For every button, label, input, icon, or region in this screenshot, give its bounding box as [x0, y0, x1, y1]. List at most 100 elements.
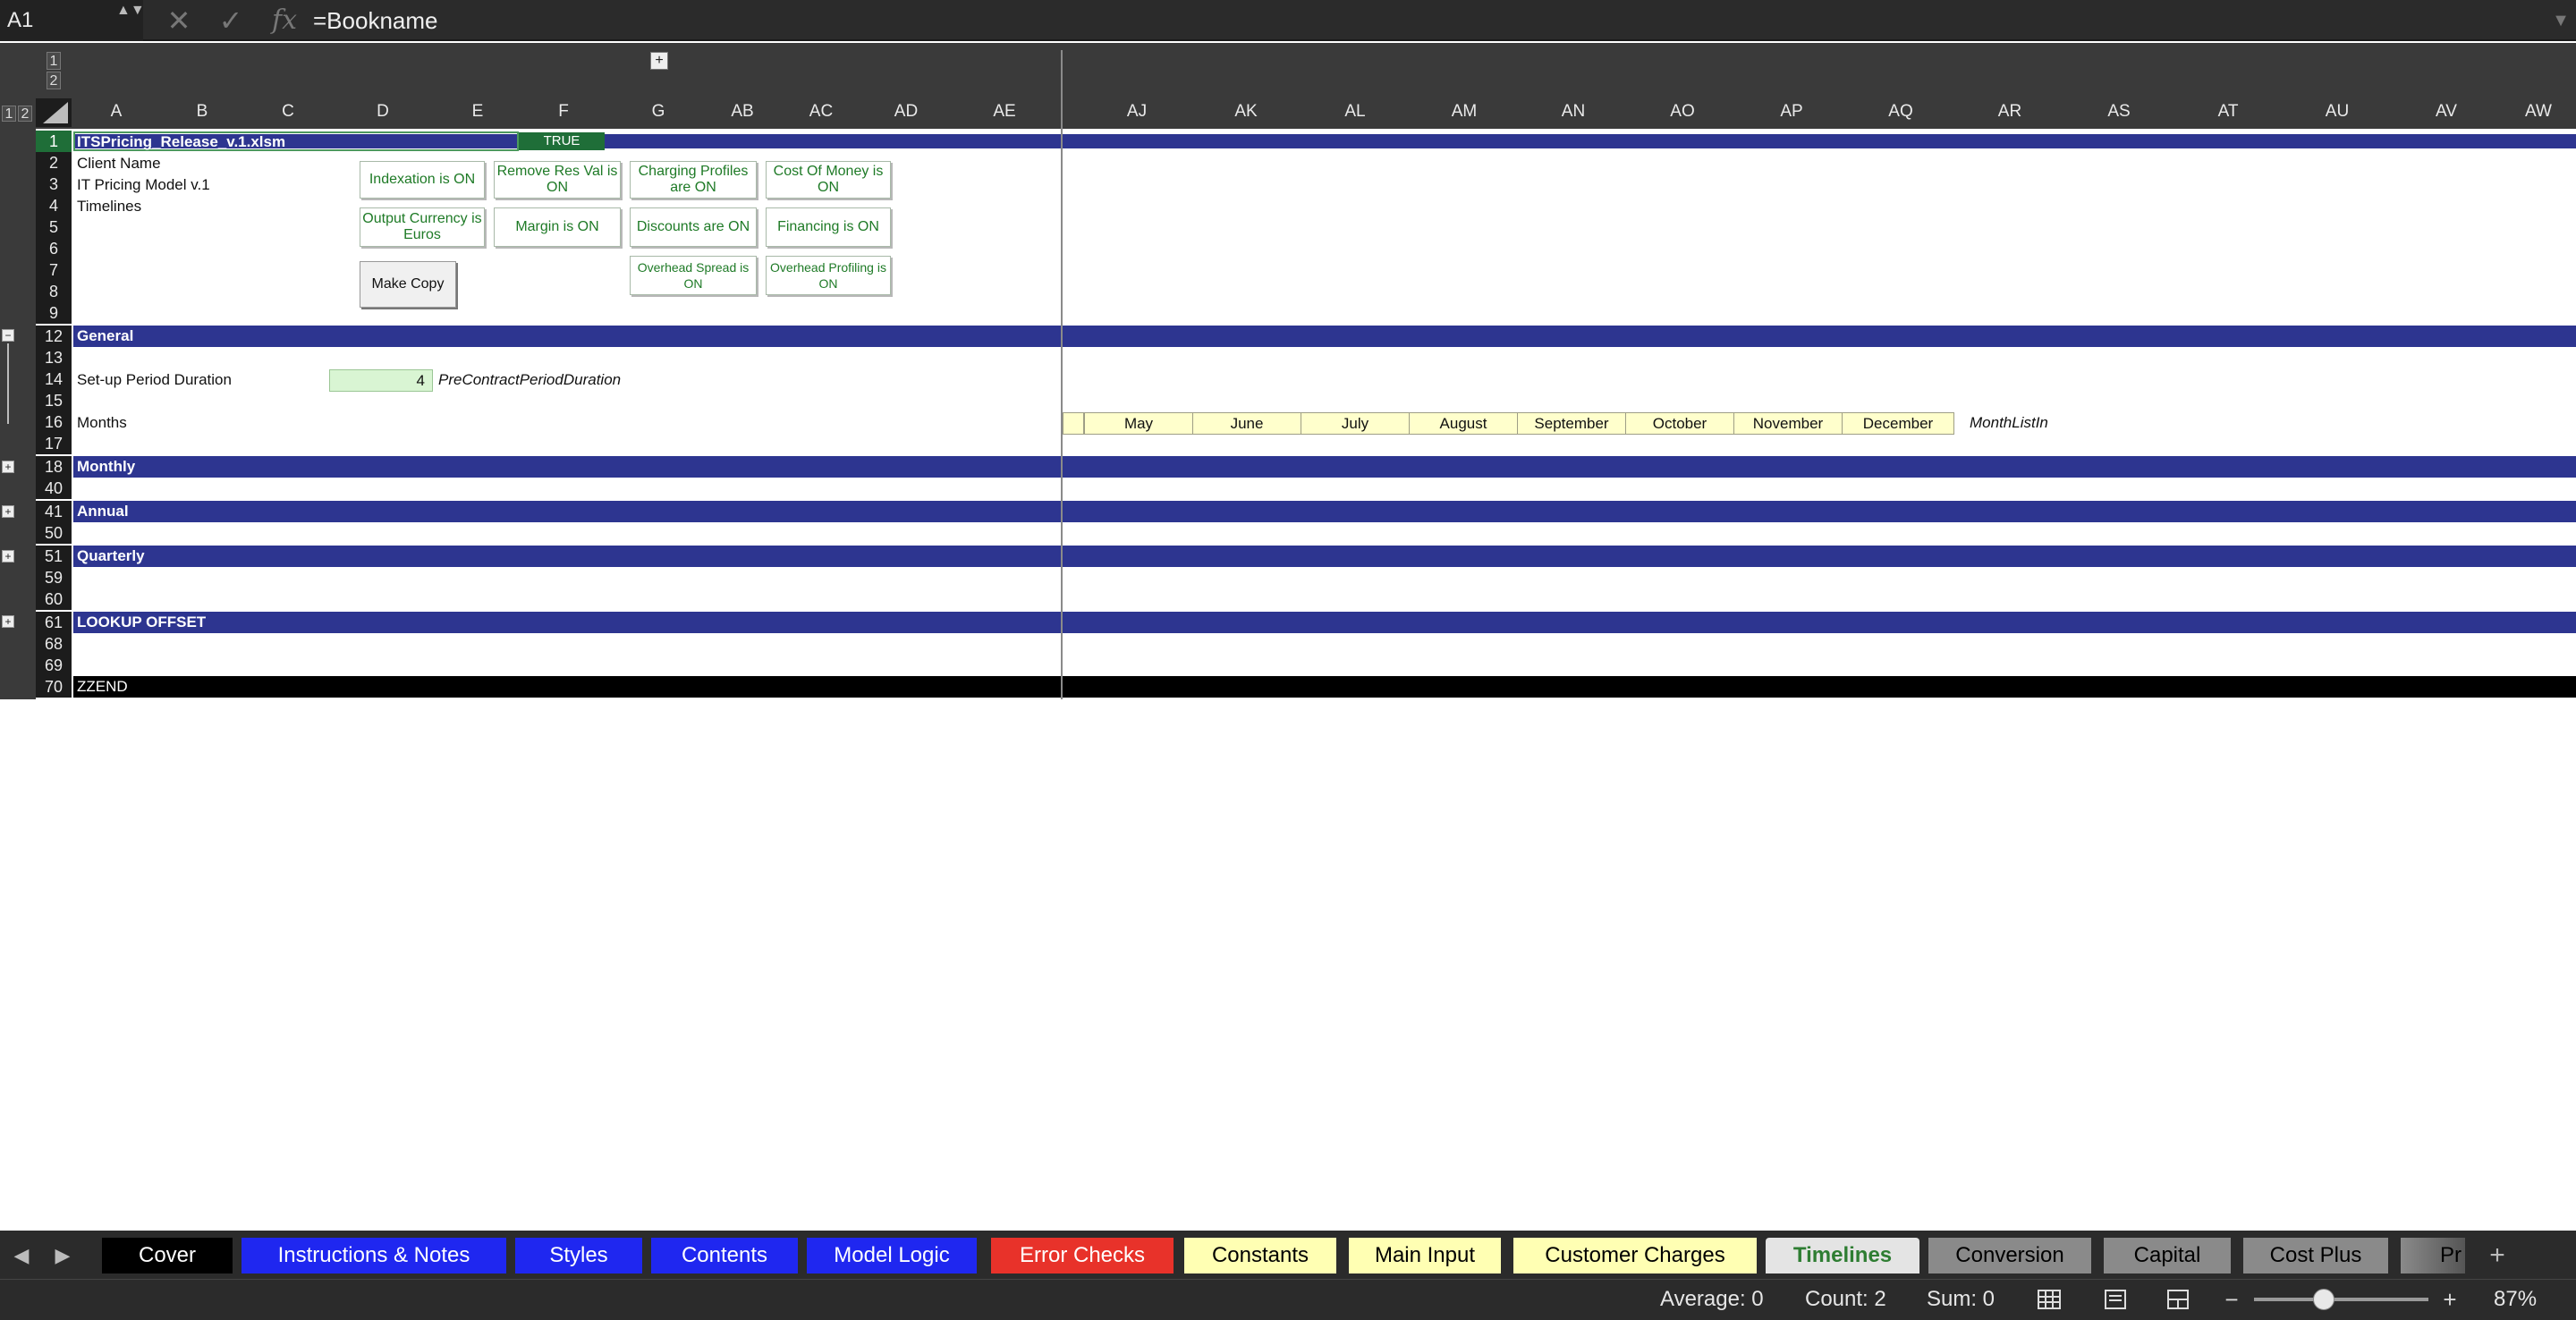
row-header[interactable]: 15 — [36, 390, 72, 411]
column-header[interactable]: E — [435, 98, 521, 125]
chevron-down-icon[interactable]: ▼ — [2547, 0, 2574, 41]
row-header[interactable]: 3 — [36, 173, 72, 195]
column-header[interactable]: AL — [1301, 98, 1410, 125]
toggle-financing-button[interactable]: Financing is ON — [766, 207, 891, 247]
column-header[interactable]: F — [521, 98, 606, 125]
sheet-tab-cover[interactable]: Cover — [102, 1238, 233, 1273]
toggle-overhead-profiling-button[interactable]: Overhead Profiling is ON — [766, 256, 891, 295]
row-header[interactable]: 1 — [36, 131, 72, 152]
toggle-overhead-spread-button[interactable]: Overhead Spread is ON — [630, 256, 757, 295]
row-header[interactable]: 14 — [36, 368, 72, 390]
row-header[interactable]: 68 — [36, 633, 72, 655]
sheet-tab-model-logic[interactable]: Model Logic — [807, 1238, 977, 1273]
row-header[interactable]: 12 — [36, 326, 72, 347]
column-header[interactable]: B — [159, 98, 245, 125]
month-cell[interactable] — [1063, 412, 1084, 435]
column-header[interactable]: AN — [1519, 98, 1628, 125]
sheet-tab-conversion[interactable]: Conversion — [1928, 1238, 2091, 1273]
expand-group-button[interactable]: + — [2, 505, 14, 518]
column-header[interactable]: AP — [1737, 98, 1846, 125]
toggle-output-currency-button[interactable]: Output Currency is Euros — [360, 207, 485, 247]
sheet-tab-instructions-notes[interactable]: Instructions & Notes — [242, 1238, 506, 1273]
row-header[interactable]: 70 — [36, 676, 72, 698]
outline-level-1[interactable]: 1 — [2, 106, 16, 122]
expand-group-button[interactable]: + — [2, 461, 14, 473]
sheet-tab-contents[interactable]: Contents — [651, 1238, 798, 1273]
month-cell[interactable]: June — [1192, 412, 1301, 435]
row-header[interactable]: 59 — [36, 567, 72, 588]
outline-level-2[interactable]: 2 — [18, 106, 32, 122]
page-layout-view-icon[interactable] — [2102, 1286, 2129, 1313]
row-header[interactable]: 2 — [36, 152, 72, 173]
column-header[interactable]: AB — [710, 98, 775, 125]
row-header[interactable]: 9 — [36, 302, 72, 324]
previous-sheet-button[interactable]: ◀ — [5, 1238, 38, 1273]
column-header[interactable]: AD — [868, 98, 945, 125]
month-cell[interactable]: August — [1409, 412, 1518, 435]
column-header[interactable]: AC — [775, 98, 868, 125]
sheet-tab-truncated[interactable]: Pr — [2401, 1238, 2465, 1273]
make-copy-button[interactable]: Make Copy — [360, 261, 456, 308]
formula-input[interactable]: =Bookname — [313, 0, 2549, 41]
row-header[interactable]: 40 — [36, 478, 72, 499]
row-header[interactable]: 69 — [36, 655, 72, 676]
row-header[interactable]: 50 — [36, 522, 72, 544]
toggle-indexation-button[interactable]: Indexation is ON — [360, 161, 485, 199]
row-header[interactable]: 41 — [36, 501, 72, 522]
sheet-tab-timelines[interactable]: Timelines — [1766, 1238, 1919, 1273]
zoom-out-button[interactable]: − — [2218, 1286, 2245, 1313]
sheet-tab-main-input[interactable]: Main Input — [1349, 1238, 1501, 1273]
page-break-view-icon[interactable] — [2165, 1286, 2191, 1313]
enter-icon[interactable]: ✓ — [213, 0, 249, 41]
row-header[interactable]: 7 — [36, 259, 72, 281]
zoom-level[interactable]: 87% — [2494, 1279, 2537, 1320]
row-header[interactable]: 17 — [36, 433, 72, 454]
toggle-cost-of-money-button[interactable]: Cost Of Money is ON — [766, 161, 891, 199]
column-header[interactable]: AE — [945, 98, 1064, 125]
row-header[interactable]: 16 — [36, 411, 72, 433]
zoom-in-button[interactable]: + — [2436, 1286, 2463, 1313]
column-header[interactable]: C — [245, 98, 331, 125]
row-header[interactable]: 51 — [36, 546, 72, 567]
row-header[interactable]: 8 — [36, 281, 72, 302]
expand-group-button[interactable]: + — [2, 615, 14, 628]
sheet-tab-error-checks[interactable]: Error Checks — [991, 1238, 1174, 1273]
month-cell[interactable]: November — [1733, 412, 1843, 435]
column-header[interactable]: A — [73, 98, 159, 125]
add-sheet-button[interactable]: + — [2479, 1238, 2515, 1273]
month-cell[interactable]: May — [1084, 412, 1193, 435]
freeze-pane-divider[interactable] — [1061, 50, 1063, 699]
column-header[interactable]: AS — [2064, 98, 2174, 125]
row-header[interactable]: 5 — [36, 216, 72, 238]
row-outline-level-1[interactable]: 1 — [47, 52, 61, 70]
normal-view-icon[interactable] — [2036, 1286, 2063, 1313]
column-header[interactable]: AW — [2501, 98, 2576, 125]
cell-client-name[interactable]: Client Name — [77, 155, 161, 173]
row-header[interactable]: 18 — [36, 456, 72, 478]
sheet-tab-styles[interactable]: Styles — [515, 1238, 642, 1273]
toggle-charging-profiles-button[interactable]: Charging Profiles are ON — [630, 161, 757, 199]
zoom-slider-handle[interactable] — [2313, 1289, 2334, 1310]
column-header[interactable]: AM — [1410, 98, 1519, 125]
month-cell[interactable]: September — [1517, 412, 1626, 435]
name-box-spinner[interactable]: ▲▼ — [116, 2, 145, 39]
toggle-discounts-button[interactable]: Discounts are ON — [630, 207, 757, 247]
cell-model-name[interactable]: IT Pricing Model v.1 — [77, 176, 210, 194]
sheet-tab-customer-charges[interactable]: Customer Charges — [1513, 1238, 1757, 1273]
column-header[interactable]: G — [606, 98, 710, 125]
function-icon[interactable]: fx — [267, 0, 302, 41]
column-header[interactable]: AT — [2174, 98, 2283, 125]
sheet-tab-constants[interactable]: Constants — [1184, 1238, 1336, 1273]
sheet-tab-cost-plus[interactable]: Cost Plus — [2243, 1238, 2388, 1273]
row-header[interactable]: 60 — [36, 588, 72, 610]
cell-f1-true[interactable]: TRUE — [519, 132, 605, 150]
column-header[interactable]: AO — [1628, 98, 1737, 125]
zoom-slider-track[interactable] — [2254, 1298, 2428, 1301]
cell-a1-bookname[interactable]: ITSPricing_Release_v.1.xlsm — [77, 133, 285, 151]
select-all-corner[interactable] — [36, 98, 72, 127]
toggle-remove-res-val-button[interactable]: Remove Res Val is ON — [494, 161, 621, 199]
sheet-tab-capital[interactable]: Capital — [2104, 1238, 2231, 1273]
column-header[interactable]: AK — [1191, 98, 1301, 125]
cancel-icon[interactable]: ✕ — [161, 0, 197, 41]
column-group-expand-button[interactable]: + — [650, 52, 668, 70]
